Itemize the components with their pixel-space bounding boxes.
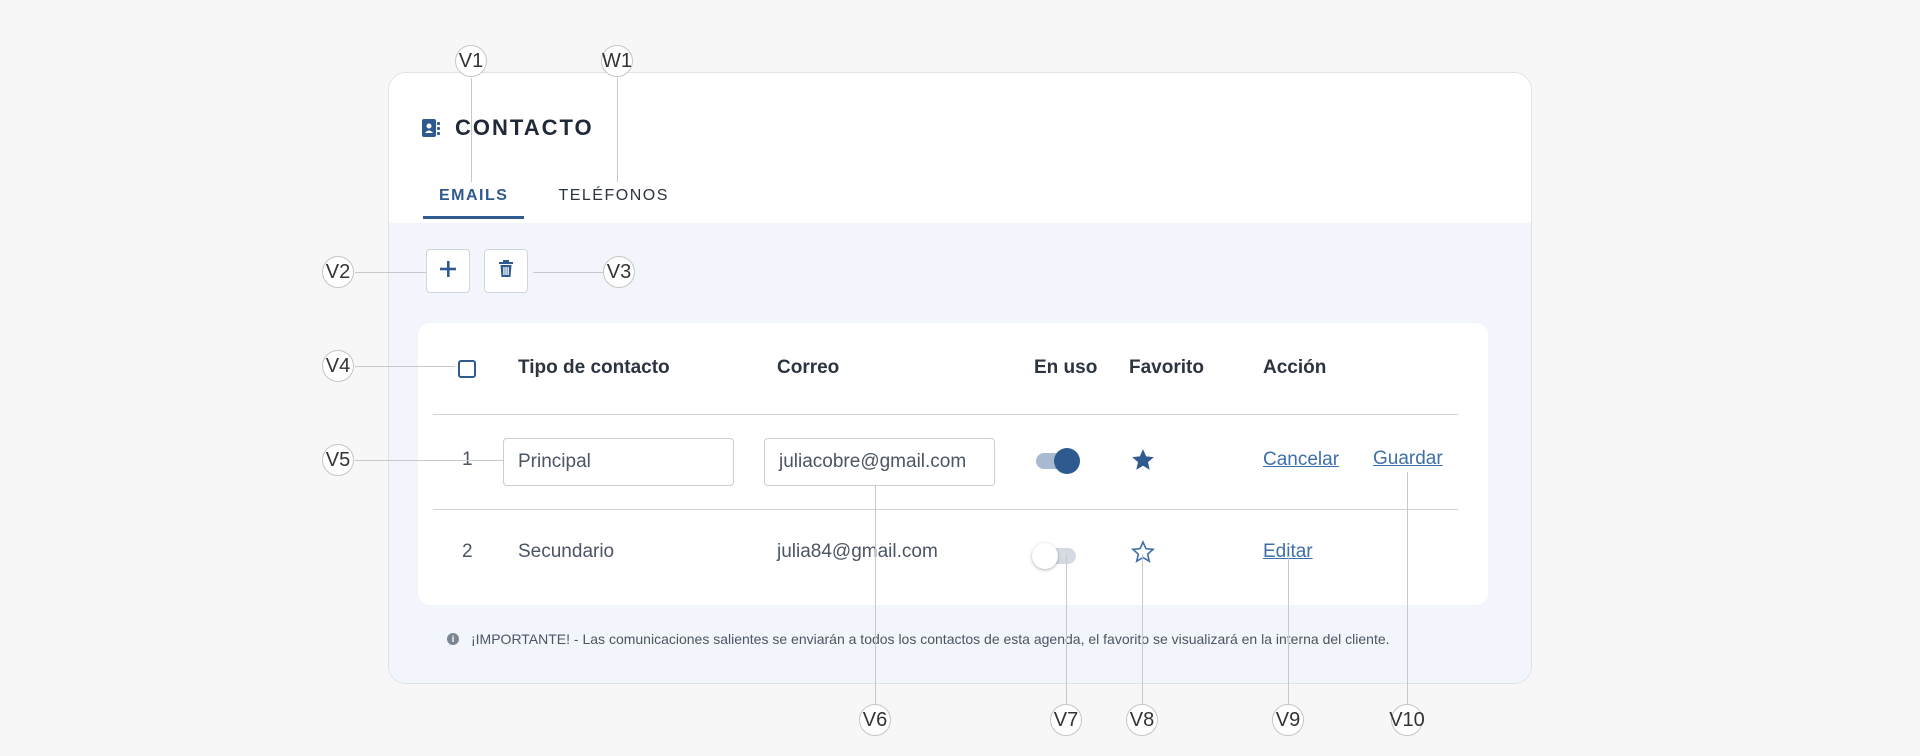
delete-button[interactable] xyxy=(484,249,528,293)
column-header-in-use: En uso xyxy=(1034,357,1098,378)
callout-v6: V6 xyxy=(859,704,891,736)
leader-v5 xyxy=(355,460,503,461)
email-value: julia84@gmail.com xyxy=(777,541,938,562)
save-link[interactable]: Guardar xyxy=(1373,448,1443,470)
contact-type-value: Secundario xyxy=(518,541,615,562)
callout-v8: V8 xyxy=(1126,704,1158,736)
leader-v9 xyxy=(1288,556,1289,704)
stage: CONTACTO EMAILS TELÉFONOS Tipo de contac… xyxy=(0,0,1920,756)
column-header-action: Acción xyxy=(1263,357,1327,378)
callout-v5: V5 xyxy=(322,444,354,476)
leader-v6 xyxy=(875,486,876,704)
star-filled-icon[interactable] xyxy=(1130,447,1156,473)
leader-v7 xyxy=(1066,554,1067,704)
column-header-email: Correo xyxy=(777,357,840,378)
row-divider xyxy=(433,509,1458,510)
in-use-toggle[interactable] xyxy=(1032,543,1076,569)
leader-v3 xyxy=(533,272,604,273)
callout-v7: V7 xyxy=(1050,704,1082,736)
trash-icon xyxy=(498,259,514,283)
important-note: i ¡IMPORTANTE! - Las comunicaciones sali… xyxy=(447,631,1390,647)
card-header: CONTACTO EMAILS TELÉFONOS xyxy=(389,73,1531,223)
callout-v3: V3 xyxy=(603,256,635,288)
leader-v4 xyxy=(355,366,455,367)
callout-v4: V4 xyxy=(322,350,354,382)
card-body: Tipo de contacto Correo En uso Favorito … xyxy=(389,223,1531,683)
header-divider xyxy=(433,414,1458,415)
tab-emails[interactable]: EMAILS xyxy=(423,187,525,219)
column-header-type: Tipo de contacto xyxy=(518,357,670,378)
star-outline-icon[interactable] xyxy=(1130,539,1156,565)
toolbar xyxy=(426,249,542,293)
note-text: ¡IMPORTANTE! - Las comunicaciones salien… xyxy=(471,631,1390,647)
email-input[interactable]: juliacobre@gmail.com xyxy=(764,438,995,486)
in-use-toggle[interactable] xyxy=(1036,448,1080,474)
page-title: CONTACTO xyxy=(455,115,594,140)
callout-v10: V10 xyxy=(1389,704,1425,736)
leader-v2 xyxy=(355,272,426,273)
select-all-checkbox[interactable] xyxy=(458,360,476,378)
plus-icon xyxy=(438,259,458,284)
leader-v8 xyxy=(1142,554,1143,704)
callout-v9: V9 xyxy=(1272,704,1304,736)
add-button[interactable] xyxy=(426,249,470,293)
title-row: CONTACTO xyxy=(421,115,594,141)
cancel-link[interactable]: Cancelar xyxy=(1263,449,1339,471)
contact-book-icon xyxy=(421,118,441,138)
contacts-table: Tipo de contacto Correo En uso Favorito … xyxy=(418,323,1488,605)
row-number: 2 xyxy=(462,541,473,562)
leader-v10 xyxy=(1407,472,1408,704)
leader-w1 xyxy=(617,78,618,182)
info-icon: i xyxy=(447,633,459,645)
leader-v1 xyxy=(471,78,472,182)
contact-card: CONTACTO EMAILS TELÉFONOS Tipo de contac… xyxy=(388,72,1532,684)
contact-type-input[interactable]: Principal xyxy=(503,438,734,486)
callout-v1: V1 xyxy=(455,45,487,77)
tab-telefonos[interactable]: TELÉFONOS xyxy=(542,187,684,219)
tab-bar: EMAILS TELÉFONOS xyxy=(423,187,703,219)
column-header-favorite: Favorito xyxy=(1129,357,1204,378)
callout-v2: V2 xyxy=(322,256,354,288)
callout-w1: W1 xyxy=(601,45,633,77)
